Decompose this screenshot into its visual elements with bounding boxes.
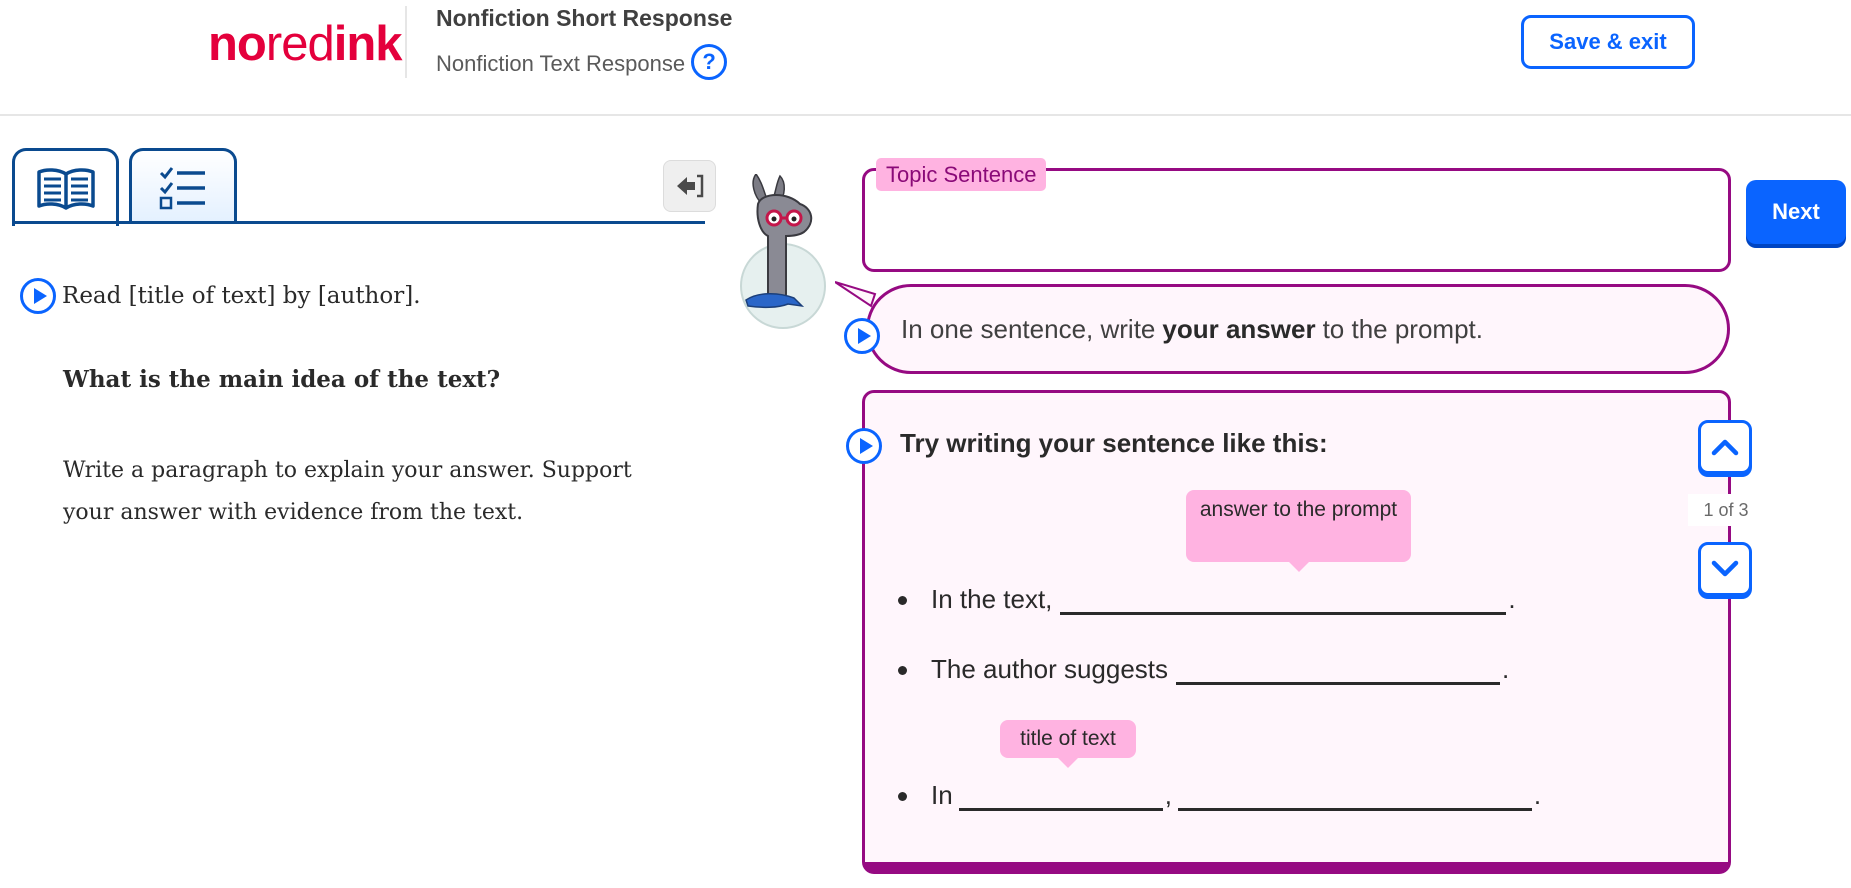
sentence-frame-3-end: . bbox=[1533, 780, 1542, 810]
next-example-button[interactable] bbox=[1698, 542, 1752, 596]
next-button[interactable]: Next bbox=[1746, 180, 1846, 244]
audio-play-button-bubble[interactable] bbox=[844, 318, 880, 354]
chevron-up-icon bbox=[1711, 439, 1739, 456]
sentence-frame-1: In the text, . bbox=[898, 584, 1516, 615]
activity-title: Nonfiction Short Response bbox=[436, 5, 733, 31]
sentence-frame-3: In , . bbox=[898, 780, 1541, 811]
previous-example-button[interactable] bbox=[1698, 420, 1752, 474]
example-counter: 1 of 3 bbox=[1688, 494, 1764, 526]
tab-underline bbox=[12, 221, 705, 224]
activity-subtitle-text: Nonfiction Text Response bbox=[436, 51, 686, 76]
checklist-icon bbox=[159, 166, 205, 209]
bubble-text-before: In one sentence, write bbox=[901, 313, 1156, 344]
guide-title: Try writing your sentence like this: bbox=[900, 428, 1328, 458]
sentence-frame-1-end: . bbox=[1508, 584, 1516, 614]
book-icon bbox=[36, 167, 95, 210]
read-instruction-text: Read [title of text] by [author]. bbox=[62, 283, 421, 309]
bubble-text-bold: your answer bbox=[1162, 313, 1316, 344]
noredink-logo[interactable]: noredink bbox=[208, 16, 402, 72]
read-instruction: Read [title of text] by [author]. bbox=[20, 278, 421, 314]
blank-title bbox=[958, 781, 1163, 811]
sentence-frame-1-start: In the text, bbox=[931, 584, 1053, 614]
bullet bbox=[898, 666, 907, 675]
collapse-panel-button[interactable] bbox=[663, 160, 716, 212]
header: noredink Nonfiction Short Response Nonfi… bbox=[0, 0, 1851, 116]
blank-answer bbox=[1177, 781, 1532, 811]
play-icon bbox=[859, 438, 873, 454]
prompt-question: What is the main idea of the text? bbox=[63, 366, 501, 393]
blank-answer bbox=[1176, 655, 1501, 685]
tip-title-of-text: title of text bbox=[1000, 720, 1136, 768]
collapse-left-icon bbox=[676, 174, 703, 198]
sentence-frame-2: The author suggests . bbox=[898, 654, 1509, 685]
instruction-bubble: In one sentence, write your answer to th… bbox=[866, 284, 1730, 374]
bullet bbox=[898, 596, 907, 605]
tip-answer-to-prompt: answer to the prompt bbox=[1186, 490, 1411, 572]
chevron-down-icon bbox=[1711, 560, 1739, 577]
audio-play-button-guide[interactable] bbox=[846, 428, 882, 464]
sentence-frame-3-middle: , bbox=[1164, 780, 1172, 810]
play-icon bbox=[33, 288, 47, 304]
help-icon[interactable]: ? bbox=[691, 44, 728, 80]
audio-play-button-read[interactable] bbox=[20, 278, 56, 314]
bullet bbox=[898, 792, 907, 801]
tab-checklist[interactable] bbox=[129, 148, 237, 224]
prompt-instructions: Write a paragraph to explain your answer… bbox=[63, 458, 632, 525]
topic-sentence-label: Topic Sentence bbox=[876, 158, 1047, 191]
save-exit-button[interactable]: Save & exit bbox=[1521, 15, 1695, 69]
sentence-frame-2-end: . bbox=[1502, 654, 1510, 684]
sentence-frame-2-start: The author suggests bbox=[931, 654, 1169, 684]
sentence-frame-3-start: In bbox=[931, 780, 953, 810]
llama-mascot-icon bbox=[740, 174, 826, 329]
blank-answer bbox=[1060, 585, 1507, 615]
tab-reading[interactable] bbox=[12, 148, 119, 226]
header-divider bbox=[405, 6, 407, 78]
activity-subtitle: Nonfiction Text Response ? bbox=[436, 44, 728, 80]
play-icon bbox=[857, 328, 871, 344]
bubble-text-after: to the prompt. bbox=[1322, 313, 1483, 344]
